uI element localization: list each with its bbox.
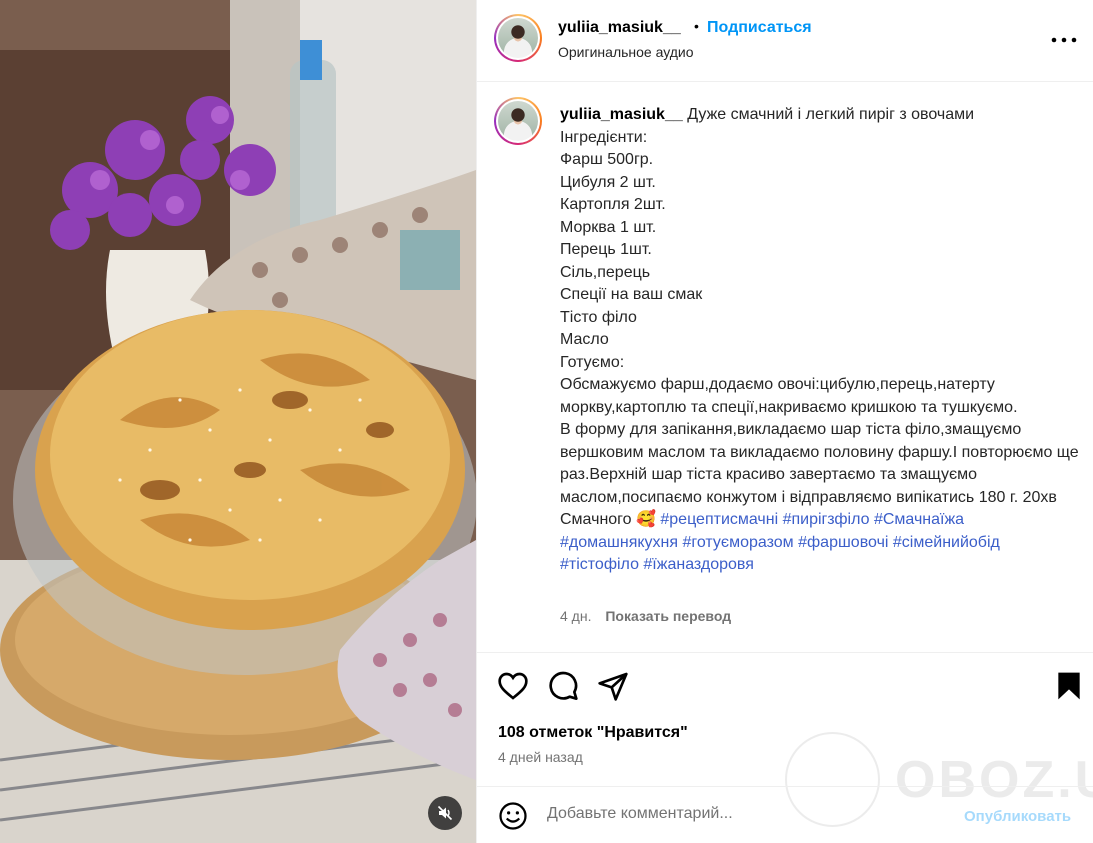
post-header: yuliia_masiuk__ • Подписаться Оригинальн… <box>477 0 1093 82</box>
post-meta: 4 дн. Показать перевод <box>560 608 731 624</box>
comment-bar: Опубликовать <box>477 786 1093 843</box>
post-age: 4 дн. <box>560 608 592 624</box>
more-options-icon[interactable] <box>1049 28 1079 52</box>
likes-count[interactable]: 108 отметок "Нравится" <box>498 724 688 742</box>
caption-text: Дуже смачний і легкий пиріг з овочами Ін… <box>560 106 1079 528</box>
post-media[interactable] <box>0 0 476 843</box>
follow-button[interactable]: Подписаться <box>707 19 812 37</box>
emoji-icon[interactable] <box>498 801 528 831</box>
post-details-panel: yuliia_masiuk__ • Подписаться Оригинальн… <box>476 0 1093 843</box>
mute-toggle-button[interactable] <box>428 796 462 830</box>
avatar[interactable] <box>494 14 542 62</box>
caption-username[interactable]: yuliia_masiuk__ <box>560 106 683 123</box>
audio-muted-icon <box>437 805 453 821</box>
show-translation-link[interactable]: Показать перевод <box>605 608 731 624</box>
audio-label[interactable]: Оригинальное аудио <box>558 44 694 60</box>
post-date: 4 дней назад <box>498 749 583 765</box>
pie-photo <box>0 0 476 843</box>
post-caption: yuliia_masiuk__ Дуже смачний і легкий пи… <box>560 104 1080 577</box>
author-username[interactable]: yuliia_masiuk__ <box>558 19 681 37</box>
caption-avatar[interactable] <box>494 97 542 145</box>
share-icon[interactable] <box>597 670 629 702</box>
heart-icon[interactable] <box>497 670 529 702</box>
publish-button[interactable]: Опубликовать <box>964 808 1071 825</box>
bookmark-icon[interactable] <box>1053 670 1085 702</box>
comment-input[interactable] <box>547 805 947 823</box>
separator-dot: • <box>694 18 699 34</box>
comment-icon[interactable] <box>547 670 579 702</box>
